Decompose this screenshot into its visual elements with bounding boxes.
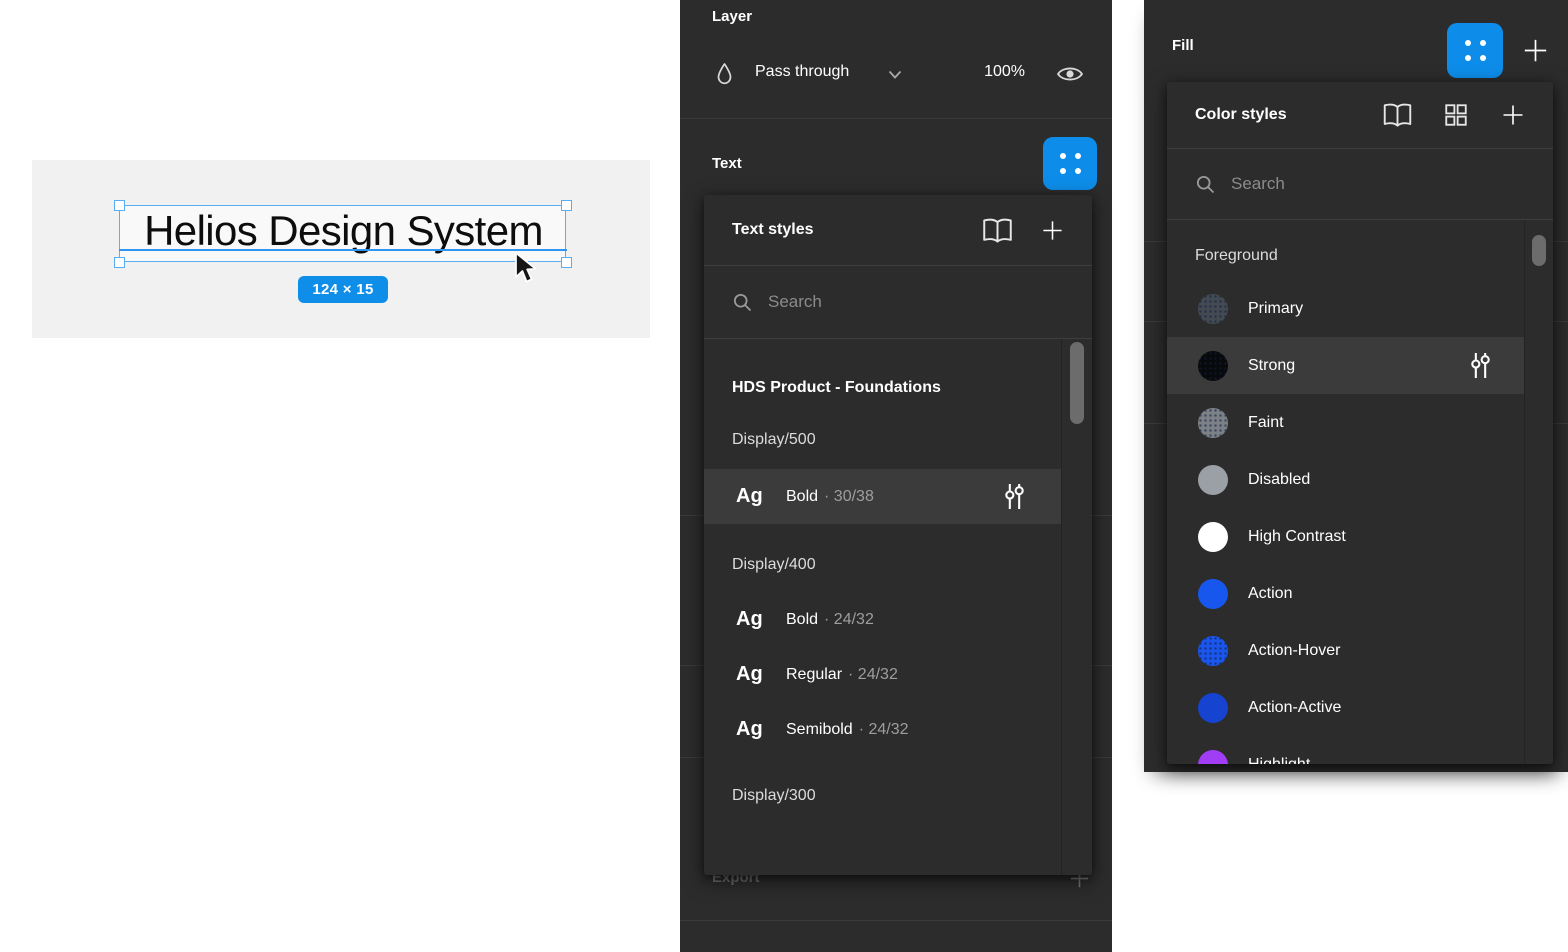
layer-section-title: Layer — [712, 8, 752, 25]
scrollbar-track — [1061, 339, 1062, 875]
library-book-icon[interactable] — [981, 217, 1014, 244]
scrollbar-track — [1524, 220, 1525, 764]
text-styles-menu-title: Text styles — [732, 221, 981, 239]
color-swatch — [1198, 750, 1228, 765]
color-styles-menu: Color styles — [1167, 82, 1553, 764]
color-swatch — [1198, 693, 1228, 723]
blend-mode-row: Pass through 100% — [680, 56, 1112, 96]
four-dots-icon — [1060, 153, 1081, 174]
style-sample: Ag — [736, 485, 786, 508]
mouse-cursor-icon — [513, 251, 539, 287]
color-style-option[interactable]: High Contrast — [1167, 508, 1525, 565]
opacity-field[interactable]: 100% — [950, 63, 1025, 81]
style-sample: Ag — [736, 608, 786, 631]
color-style-option[interactable]: Action-Hover — [1167, 622, 1525, 679]
search-icon — [1195, 174, 1216, 195]
color-style-option[interactable]: Faint — [1167, 394, 1525, 451]
color-style-option[interactable]: Highlight — [1167, 736, 1525, 764]
style-sample: Ag — [736, 663, 786, 686]
blend-mode-select[interactable]: Pass through — [755, 63, 849, 81]
search-icon — [732, 292, 753, 313]
divider — [680, 920, 1112, 921]
color-styles-toggle-button[interactable] — [1447, 23, 1503, 78]
color-styles-list: Foreground Primary Strong — [1167, 220, 1553, 764]
text-baseline-indicator — [119, 249, 567, 251]
style-section-label: Display/400 — [732, 556, 1064, 574]
color-styles-search-input[interactable] — [1231, 174, 1525, 194]
four-dots-icon — [1465, 40, 1486, 61]
add-fill-button[interactable] — [1522, 37, 1549, 64]
text-styles-toggle-button[interactable] — [1043, 137, 1097, 190]
color-style-option[interactable]: Action — [1167, 565, 1525, 622]
color-swatch — [1198, 522, 1228, 552]
text-styles-menu: Text styles HDS Product - Foundations — [704, 195, 1092, 875]
add-style-icon[interactable] — [1041, 219, 1064, 242]
style-section-label: Display/500 — [732, 431, 1064, 449]
color-style-option[interactable]: Primary — [1167, 280, 1525, 337]
style-sample: Ag — [736, 718, 786, 741]
edit-style-sliders-icon[interactable] — [1003, 483, 1026, 510]
color-swatch — [1198, 351, 1228, 381]
text-style-option[interactable]: Ag Bold · 30/38 — [704, 469, 1062, 524]
text-style-option[interactable]: Ag Regular · 24/32 — [704, 647, 1062, 702]
color-style-option[interactable]: Action-Active — [1167, 679, 1525, 736]
color-style-option[interactable]: Strong — [1167, 337, 1525, 394]
size-badge: 124 × 15 — [298, 276, 388, 303]
text-section-title: Text — [712, 155, 742, 172]
color-swatch — [1198, 408, 1228, 438]
text-styles-search[interactable] — [704, 266, 1092, 338]
selection-handle-sw[interactable] — [114, 257, 125, 268]
color-swatch — [1198, 465, 1228, 495]
divider — [680, 118, 1112, 119]
color-swatch — [1198, 636, 1228, 666]
blend-mode-droplet-icon — [716, 62, 733, 86]
selection-handle-nw[interactable] — [114, 200, 125, 211]
style-section-label: Display/300 — [732, 787, 1064, 805]
text-style-option[interactable]: Ag Bold · 24/32 — [704, 592, 1062, 647]
canvas-text-node[interactable]: Helios Design System — [120, 200, 567, 262]
chevron-down-icon — [888, 70, 902, 79]
color-swatch — [1198, 579, 1228, 609]
add-style-icon[interactable] — [1501, 103, 1525, 127]
text-style-option[interactable]: Ag Semibold · 24/32 — [704, 702, 1062, 757]
library-book-icon[interactable] — [1382, 102, 1413, 128]
text-styles-list: HDS Product - Foundations Display/500 Ag… — [704, 339, 1092, 875]
color-group-label: Foreground — [1195, 247, 1525, 265]
color-swatch — [1198, 294, 1228, 324]
grid-view-icon[interactable] — [1443, 102, 1469, 128]
fill-panel: Fill Color styles — [1144, 0, 1568, 772]
edit-style-sliders-icon[interactable] — [1469, 352, 1492, 379]
style-group-title: HDS Product - Foundations — [732, 379, 1064, 397]
design-canvas[interactable]: Helios Design System 124 × 15 — [32, 160, 650, 338]
selection-handle-ne[interactable] — [561, 200, 572, 211]
properties-panel: Layer Pass through 100% Text Export Text… — [680, 0, 1112, 952]
scrollbar-thumb[interactable] — [1532, 235, 1546, 266]
fill-section-title: Fill — [1172, 37, 1194, 54]
text-styles-search-input[interactable] — [768, 292, 1064, 312]
color-style-option[interactable]: Disabled — [1167, 451, 1525, 508]
color-styles-search[interactable] — [1167, 149, 1553, 219]
visibility-eye-icon[interactable] — [1056, 64, 1084, 84]
selection-handle-se[interactable] — [561, 257, 572, 268]
scrollbar-thumb[interactable] — [1070, 342, 1084, 424]
color-styles-menu-title: Color styles — [1195, 106, 1382, 124]
